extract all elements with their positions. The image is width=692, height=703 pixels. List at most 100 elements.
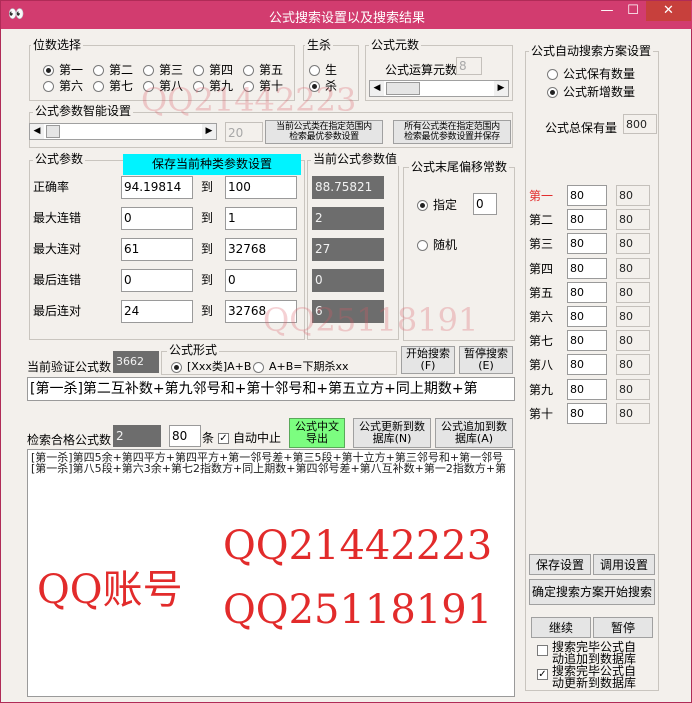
qualified-limit-input[interactable]: 80	[169, 425, 201, 447]
auto-append-checkbox[interactable]: 搜索完毕公式自 动追加到数据库	[537, 641, 636, 665]
param-current-value: 0	[312, 269, 384, 292]
total-keep-value: 800	[623, 114, 657, 134]
param-to-input[interactable]: 32768	[225, 238, 297, 261]
formula-form-radio-2[interactable]: A+B=下期杀xx	[253, 360, 349, 374]
param-label: 最大连对	[33, 242, 82, 256]
plan-digit-value: 80	[616, 281, 650, 303]
plan-digit-input[interactable]: 80	[567, 185, 607, 206]
plan-digit-label: 第九	[529, 382, 554, 397]
red-qq2: QQ25118191	[223, 587, 493, 633]
formula-form-radio-1[interactable]: [Xxx类]A+B	[171, 360, 251, 374]
plan-digit-value: 80	[616, 306, 650, 327]
plan-digit-label: 第八	[529, 358, 554, 373]
param-from-input[interactable]: 0	[121, 207, 193, 230]
shengsha-radio-sheng[interactable]: 生	[309, 63, 337, 77]
radio-dot	[143, 64, 154, 76]
formula-elements-label: 公式运算元数	[385, 63, 458, 77]
watermark-qq2: QQ25118191	[263, 301, 479, 339]
param-from-input[interactable]: 24	[121, 300, 193, 323]
append-database-button[interactable]: 公式追加到数 据库(A)	[435, 418, 513, 448]
param-to-input[interactable]: 0	[225, 269, 297, 292]
main-window: 👀 公式搜索设置以及搜索结果 — ☐ ✕ 位数选择 第一 第二 第三 第四 第五 第六 第七…	[0, 0, 692, 703]
plan-digit-input[interactable]: 80	[567, 378, 607, 400]
slider-thumb[interactable]	[46, 125, 60, 138]
plan-digit-input[interactable]: 80	[567, 402, 607, 424]
radio-dot	[171, 361, 182, 373]
plan-digit-label: 第十	[529, 406, 554, 421]
current-class-optimize-button[interactable]: 当前公式类在指定范围内 检索最优参数设置	[265, 120, 383, 144]
param-to-input[interactable]: 1	[225, 207, 297, 230]
add-count-radio[interactable]: 公式新增数量	[547, 85, 635, 99]
plan-digit-input[interactable]: 80	[567, 209, 607, 231]
tail-offset-radio-specify[interactable]: 指定	[417, 198, 457, 212]
formula-elements-slider[interactable]: ◀ ▶	[369, 80, 509, 97]
plan-digit-label: 第三	[529, 237, 554, 252]
load-settings-button[interactable]: 调用设置	[593, 554, 655, 575]
maximize-button[interactable]: ☐	[620, 1, 646, 21]
export-chinese-button[interactable]: 公式中文 导出	[289, 418, 345, 448]
result-line: [第一杀]第八5段+第六3余+第七2指数方+同上期数+第四邻号差+第八互补数+第…	[31, 462, 507, 475]
slider-left-arrow-icon[interactable]: ◀	[370, 81, 384, 96]
continue-button[interactable]: 继续	[531, 617, 591, 638]
auto-update-checkbox[interactable]: ✓ 搜索完毕公式自 动更新到数据库	[537, 665, 636, 689]
digit-radio-1[interactable]: 第一	[43, 63, 83, 77]
checkbox-box	[537, 645, 548, 656]
tail-offset-radio-random[interactable]: 随机	[417, 238, 457, 252]
param-to-input[interactable]: 100	[225, 176, 297, 199]
radio-dot	[193, 64, 204, 76]
param-current-value: 27	[312, 238, 384, 261]
save-settings-button[interactable]: 保存设置	[529, 554, 591, 575]
update-database-button[interactable]: 公式更新到数 据库(N)	[353, 418, 431, 448]
digit-radio-2[interactable]: 第二	[93, 63, 133, 77]
param-from-input[interactable]: 0	[121, 269, 193, 292]
tail-offset-value[interactable]: 0	[473, 193, 497, 215]
plan-digit-input[interactable]: 80	[567, 354, 607, 376]
slider-left-arrow-icon[interactable]: ◀	[30, 124, 44, 139]
digit-radio-3[interactable]: 第三	[143, 63, 183, 77]
keep-count-radio[interactable]: 公式保有数量	[547, 67, 635, 81]
digit-radio-5[interactable]: 第五	[243, 63, 283, 77]
radio-dot	[253, 361, 264, 373]
digit-radio-6[interactable]: 第六	[43, 79, 83, 93]
digit-radio-4[interactable]: 第四	[193, 63, 233, 77]
smart-params-legend: 公式参数智能设置	[33, 104, 134, 118]
plan-digit-input[interactable]: 80	[567, 281, 607, 303]
minimize-button[interactable]: —	[594, 1, 620, 21]
plan-digit-input[interactable]: 80	[567, 257, 607, 279]
all-class-optimize-button[interactable]: 所有公式类在指定范围内 检索最优参数设置并保存	[393, 120, 511, 144]
smart-params-value[interactable]: 20	[225, 122, 263, 142]
slider-thumb[interactable]	[386, 82, 420, 95]
plan-digit-input[interactable]: 80	[567, 306, 607, 327]
verify-count-value: 3662	[113, 351, 159, 373]
total-keep-label: 公式总保有量	[545, 121, 618, 135]
pause-search-button[interactable]: 暂停搜索 (E)	[459, 346, 513, 374]
param-from-input[interactable]: 94.19814	[121, 176, 193, 199]
save-param-settings-button[interactable]: 保存当前种类参数设置	[123, 154, 301, 175]
smart-params-slider[interactable]: ◀ ▶	[29, 123, 217, 140]
formula-elements-value[interactable]: 8	[456, 57, 482, 75]
plan-digit-input[interactable]: 80	[567, 330, 607, 352]
radio-dot	[243, 64, 254, 76]
params-legend: 公式参数	[33, 152, 86, 166]
slider-right-arrow-icon[interactable]: ▶	[494, 81, 508, 96]
red-account-label: QQ账号	[37, 567, 183, 613]
param-to-label: 到	[201, 273, 214, 287]
radio-dot	[309, 64, 320, 76]
auto-stop-checkbox[interactable]: ✓ 自动中止	[218, 431, 281, 445]
close-button[interactable]: ✕	[646, 1, 691, 21]
param-label: 正确率	[33, 180, 70, 194]
current-params-legend: 当前公式参数值	[311, 152, 400, 166]
qualified-count-value: 2	[113, 425, 161, 447]
plan-digit-value: 80	[616, 402, 650, 424]
radio-dot	[43, 64, 54, 76]
shengsha-legend: 生杀	[305, 38, 334, 52]
tail-offset-legend: 公式末尾偏移常数	[409, 160, 510, 174]
plan-digit-input[interactable]: 80	[567, 233, 607, 255]
start-search-button[interactable]: 开始搜索 (F)	[401, 346, 455, 374]
slider-right-arrow-icon[interactable]: ▶	[202, 124, 216, 139]
confirm-plan-start-button[interactable]: 确定搜索方案开始搜索	[529, 579, 655, 605]
param-from-input[interactable]: 61	[121, 238, 193, 261]
pause-button[interactable]: 暂停	[593, 617, 653, 638]
digit-radio-7[interactable]: 第七	[93, 79, 133, 93]
red-qq1: QQ21442223	[223, 523, 493, 569]
